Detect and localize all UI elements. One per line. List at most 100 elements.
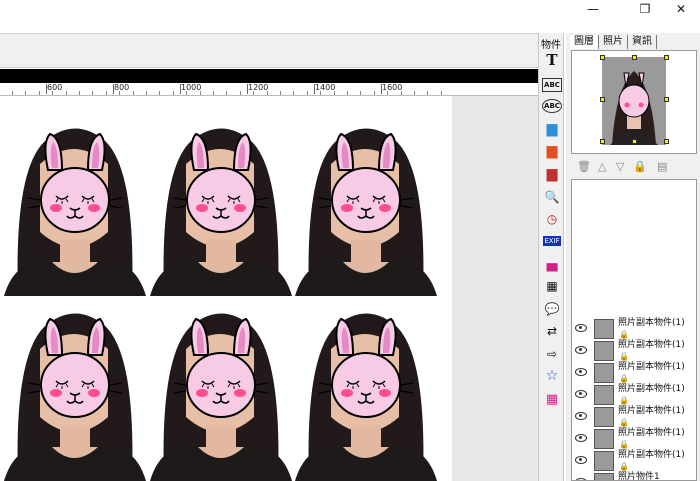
ruler-minor-tick bbox=[253, 91, 254, 95]
ruler-minor-tick bbox=[106, 91, 107, 95]
layer-row[interactable]: 照片物件1🔒 bbox=[572, 472, 696, 481]
resize-handle[interactable] bbox=[632, 139, 637, 144]
circle-text-icon-glyph: ABC bbox=[542, 99, 562, 113]
layer-thumbnail bbox=[594, 385, 614, 405]
ruler-minor-tick bbox=[320, 91, 321, 95]
lock-icon[interactable]: 🔒 bbox=[619, 352, 629, 361]
lock-icon[interactable]: 🔒 bbox=[619, 440, 629, 449]
resize-handle[interactable] bbox=[600, 139, 605, 144]
calendar-icon[interactable]: ▦ bbox=[542, 277, 562, 295]
layer-row[interactable]: 照片副本物件(1) 🔒 bbox=[572, 428, 696, 450]
ruler-label: 600 bbox=[47, 83, 63, 92]
print-page[interactable] bbox=[0, 96, 452, 481]
canvas-area[interactable]: 600 800 1000 1200 1400 1600 bbox=[0, 33, 538, 481]
ruler-minor-tick bbox=[226, 91, 227, 95]
visibility-eye-icon[interactable] bbox=[575, 456, 587, 464]
visibility-eye-icon[interactable] bbox=[575, 346, 587, 354]
ruler-minor-tick bbox=[213, 91, 214, 95]
exif-icon[interactable]: EXIF bbox=[542, 232, 562, 250]
layer-name: 照片副本物件(1) bbox=[618, 384, 685, 394]
resize-handle[interactable] bbox=[600, 55, 605, 60]
visibility-eye-icon[interactable] bbox=[575, 434, 587, 442]
close-button[interactable]: ✕ bbox=[658, 0, 700, 18]
cake-icon[interactable]: ▄ bbox=[542, 255, 562, 273]
resize-handle[interactable] bbox=[664, 139, 669, 144]
resize-handle[interactable] bbox=[600, 97, 605, 102]
horizontal-ruler: 600 800 1000 1200 1400 1600 bbox=[0, 83, 538, 96]
photo-copy[interactable] bbox=[4, 297, 146, 481]
photo-icon[interactable]: ▆ bbox=[542, 142, 562, 160]
layers-panel: 圖層 照片 資訊 🗑 △ ▽ 🔒 ▤ 照片副本物件(1) 🔒 照片副本物件(1) 🔒 照片副本物件(… bbox=[566, 33, 700, 481]
layer-row[interactable]: 照片副本物件(1) 🔒 bbox=[572, 384, 696, 406]
circle-text-icon[interactable]: ABC bbox=[542, 97, 562, 115]
ruler-minor-tick bbox=[401, 91, 402, 95]
layer-preview bbox=[571, 50, 697, 154]
color-grid-icon[interactable]: ▦ bbox=[542, 390, 562, 408]
ruler-minor-tick bbox=[119, 91, 120, 95]
ruler-minor-tick bbox=[414, 91, 415, 95]
tab-2[interactable]: 資訊 bbox=[628, 35, 657, 49]
layer-properties-icon[interactable]: ▤ bbox=[657, 160, 667, 173]
layer-name: 照片物件1 bbox=[618, 472, 660, 481]
visibility-eye-icon[interactable] bbox=[575, 368, 587, 376]
lock-layer-icon[interactable]: 🔒 bbox=[633, 160, 647, 173]
layer-name: 照片副本物件(1) bbox=[618, 406, 685, 416]
lock-icon[interactable]: 🔒 bbox=[619, 374, 629, 383]
visibility-eye-icon[interactable] bbox=[575, 390, 587, 398]
lock-icon[interactable]: 🔒 bbox=[619, 418, 629, 427]
layer-list[interactable]: 照片副本物件(1) 🔒 照片副本物件(1) 🔒 照片副本物件(1) 🔒 照片副本物件(1) 🔒… bbox=[571, 179, 697, 481]
move-down-icon[interactable]: ▽ bbox=[616, 160, 624, 173]
tab-0[interactable]: 圖層 bbox=[570, 35, 599, 49]
lock-icon[interactable]: 🔒 bbox=[619, 462, 629, 471]
photo-copy[interactable] bbox=[295, 297, 437, 481]
tab-1[interactable]: 照片 bbox=[599, 35, 628, 49]
layer-row[interactable]: 照片副本物件(1) 🔒 bbox=[572, 362, 696, 384]
ruler-minor-tick bbox=[92, 91, 93, 95]
exif-icon-glyph: EXIF bbox=[543, 236, 561, 246]
minimize-button[interactable]: — bbox=[570, 0, 616, 18]
ruler-minor-tick bbox=[66, 91, 67, 95]
resize-handle[interactable] bbox=[664, 55, 669, 60]
ruler-label: 800 bbox=[114, 83, 130, 92]
text-tool-icon[interactable]: T bbox=[542, 51, 562, 69]
resize-handle[interactable] bbox=[632, 55, 637, 60]
layer-row[interactable]: 照片副本物件(1) 🔒 bbox=[572, 318, 696, 340]
layer-name: 照片副本物件(1) bbox=[618, 450, 685, 460]
ruler-minor-tick bbox=[173, 91, 174, 95]
layer-row[interactable]: 照片副本物件(1) 🔒 bbox=[572, 450, 696, 472]
layer-toolbar: 🗑 △ ▽ 🔒 ▤ bbox=[571, 157, 697, 177]
lock-icon[interactable]: 🔒 bbox=[619, 330, 629, 339]
visibility-eye-icon[interactable] bbox=[575, 412, 587, 420]
layer-row[interactable]: 照片副本物件(1) 🔒 bbox=[572, 340, 696, 362]
ruler-minor-tick bbox=[293, 91, 294, 95]
photo-copy[interactable] bbox=[4, 112, 146, 296]
clock-icon[interactable]: ◷ bbox=[542, 210, 562, 228]
arrow-right-icon[interactable]: ⇨ bbox=[542, 345, 562, 363]
arrows-swap-icon[interactable]: ⇄ bbox=[542, 322, 562, 340]
magnifier-icon[interactable]: 🔍 bbox=[542, 188, 562, 206]
image-icon[interactable]: ▆ bbox=[542, 120, 562, 138]
text-box-icon-glyph: ABC bbox=[542, 78, 562, 92]
ruler-minor-tick bbox=[347, 91, 348, 95]
star-frame-icon[interactable]: ☆ bbox=[542, 367, 562, 385]
layer-thumbnail bbox=[594, 319, 614, 339]
photo-copy[interactable] bbox=[295, 112, 437, 296]
layer-thumbnail bbox=[594, 407, 614, 427]
photo-copy[interactable] bbox=[150, 112, 292, 296]
resize-handle[interactable] bbox=[664, 97, 669, 102]
trash-icon[interactable]: 🗑 bbox=[577, 160, 591, 173]
visibility-eye-icon[interactable] bbox=[575, 324, 587, 332]
photo-copy[interactable] bbox=[150, 297, 292, 481]
cake-icon-glyph: ▄ bbox=[546, 256, 558, 272]
speech-bubble-icon-glyph: 💬 bbox=[544, 302, 560, 316]
layer-row[interactable]: 照片副本物件(1) 🔒 bbox=[572, 406, 696, 428]
ruler-label: 1400 bbox=[315, 83, 336, 92]
speech-bubble-icon[interactable]: 💬 bbox=[542, 300, 562, 318]
text-box-icon[interactable]: ABC bbox=[542, 76, 562, 94]
lock-icon[interactable]: 🔒 bbox=[619, 396, 629, 405]
move-up-icon[interactable]: △ bbox=[598, 160, 606, 173]
clock-icon-glyph: ◷ bbox=[546, 212, 558, 226]
ruler-minor-tick bbox=[374, 91, 375, 95]
ruler-minor-tick bbox=[146, 91, 147, 95]
multi-photo-icon[interactable]: ▆ bbox=[542, 165, 562, 183]
